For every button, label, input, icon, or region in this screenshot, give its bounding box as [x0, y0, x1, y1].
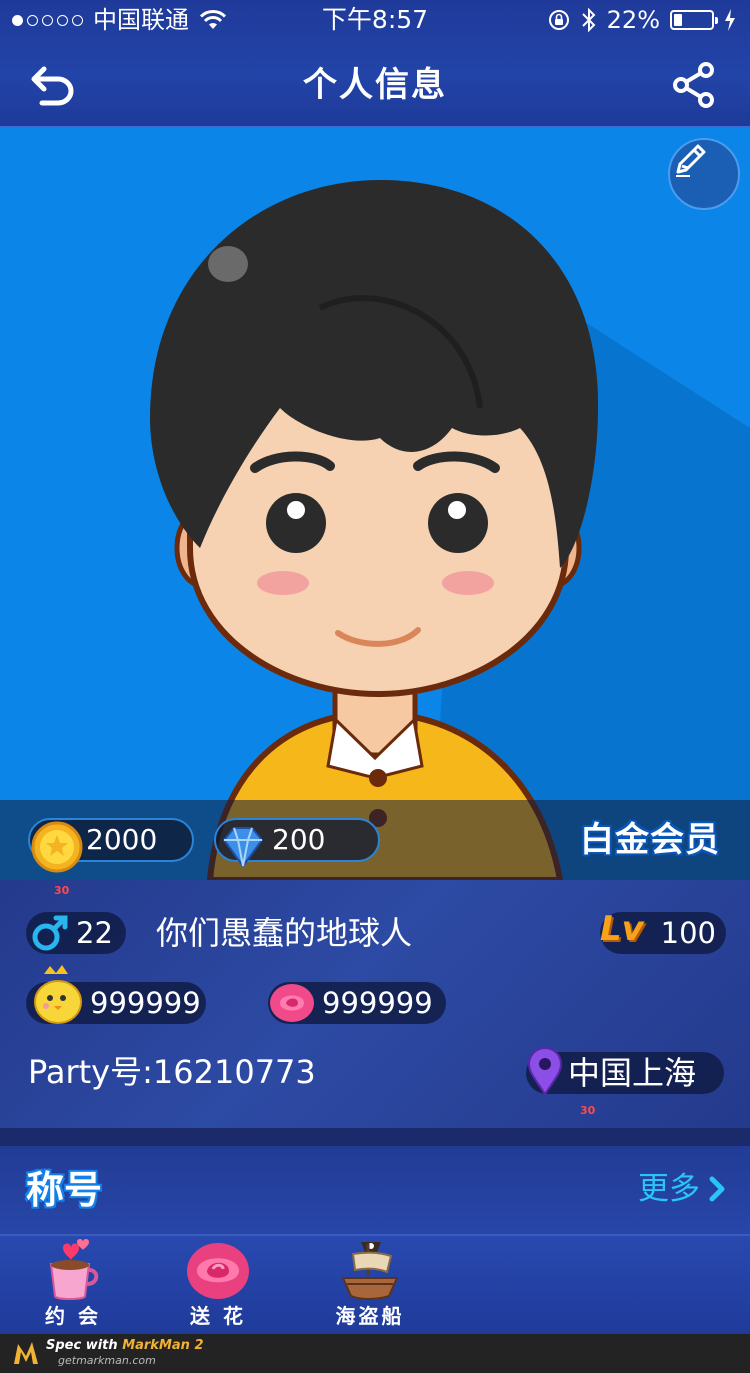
- spec-mark-top: 30: [54, 884, 70, 897]
- pirate-ship-label: 海盗船: [335, 1304, 405, 1328]
- male-symbol-icon: [32, 915, 68, 951]
- more-label: 更多: [638, 1171, 700, 1207]
- rose-icon: [270, 984, 314, 1022]
- battery-icon: [670, 10, 718, 30]
- location-pin-icon: [527, 1047, 563, 1096]
- rose-icon: [187, 1243, 249, 1299]
- pencil-icon: [676, 144, 706, 177]
- markman-site: getmarkman.com: [58, 1354, 156, 1367]
- chick-pet-icon: [34, 965, 82, 1024]
- pet-count: 999999: [90, 986, 201, 1020]
- share-button[interactable]: [670, 60, 720, 110]
- pet-count-badge[interactable]: 999999: [26, 965, 206, 1024]
- status-bar: 中国联通 下午8:57 22%: [0, 0, 750, 40]
- spec-mark-bottom: 30: [580, 1104, 596, 1117]
- level-value: 100: [660, 916, 716, 950]
- coin-count: 2000: [86, 823, 158, 856]
- bluetooth-icon: [581, 7, 596, 33]
- send-flower-action-button[interactable]: 送 花: [163, 1238, 273, 1332]
- battery-fill: [674, 14, 682, 26]
- avatar-illustration: [150, 180, 750, 880]
- wallet-strip: 2000 200 白金会员: [0, 800, 750, 880]
- gender-age-badge: 22: [26, 912, 126, 954]
- battery-percent: 22%: [606, 6, 660, 34]
- location-badge: 中国上海: [526, 1047, 724, 1096]
- top-bar: 中国联通 下午8:57 22% 个人信息: [0, 0, 750, 128]
- avatar-hero: 2000 200 白金会员: [0, 128, 750, 880]
- pirate-ship-icon: [341, 1242, 399, 1300]
- spec-with-label: Spec with: [46, 1338, 123, 1353]
- coffee-heart-icon: [49, 1239, 99, 1300]
- markman-brand: MarkMan 2: [122, 1338, 204, 1353]
- page-title: 个人信息: [303, 65, 447, 105]
- markman-logo-icon: [14, 1342, 38, 1364]
- titles-section: 称号 更多: [0, 1146, 750, 1236]
- date-label: 约 会: [45, 1304, 101, 1328]
- rose-count: 999999: [322, 986, 433, 1020]
- titles-heading: 称号: [26, 1168, 103, 1212]
- chevron-right-icon: [709, 1176, 725, 1202]
- location-value: 中国上海: [568, 1054, 697, 1092]
- coin-balance[interactable]: 2000: [28, 818, 194, 873]
- level-badge: Lv 100: [600, 909, 726, 954]
- diamond-count: 200: [272, 823, 326, 856]
- diamond-icon: [222, 827, 264, 868]
- lv-icon: Lv: [600, 909, 644, 949]
- edit-profile-button[interactable]: [668, 138, 740, 210]
- date-action-button[interactable]: 约 会: [18, 1238, 128, 1332]
- send-flower-label: 送 花: [190, 1304, 246, 1328]
- charging-bolt-icon: [725, 9, 735, 31]
- markman-spec-text: Spec with MarkMan 2: [46, 1338, 204, 1354]
- markman-footer: Spec with MarkMan 2 getmarkman.com: [0, 1334, 750, 1373]
- action-bar: 约 会 送 花 海盗船: [0, 1236, 750, 1334]
- more-titles-button[interactable]: 更多: [638, 1166, 726, 1212]
- diamond-balance[interactable]: 200: [214, 818, 380, 868]
- profile-info-panel: 30 22 你们愚蠢的地球人 Lv 100 999999 999999 Part…: [0, 880, 750, 1128]
- rose-count-badge[interactable]: 999999: [268, 982, 446, 1024]
- membership-badge: 白金会员: [580, 820, 720, 860]
- nickname: 你们愚蠢的地球人: [156, 914, 413, 952]
- age-value: 22: [76, 916, 113, 950]
- share-icon: [673, 62, 714, 108]
- party-id: Party号:16210773: [28, 1053, 316, 1091]
- rotation-lock-icon: [548, 10, 569, 30]
- status-right: 22%: [547, 0, 736, 40]
- pirate-ship-action-button[interactable]: 海盗船: [315, 1238, 425, 1332]
- gold-coin-icon: [31, 821, 83, 873]
